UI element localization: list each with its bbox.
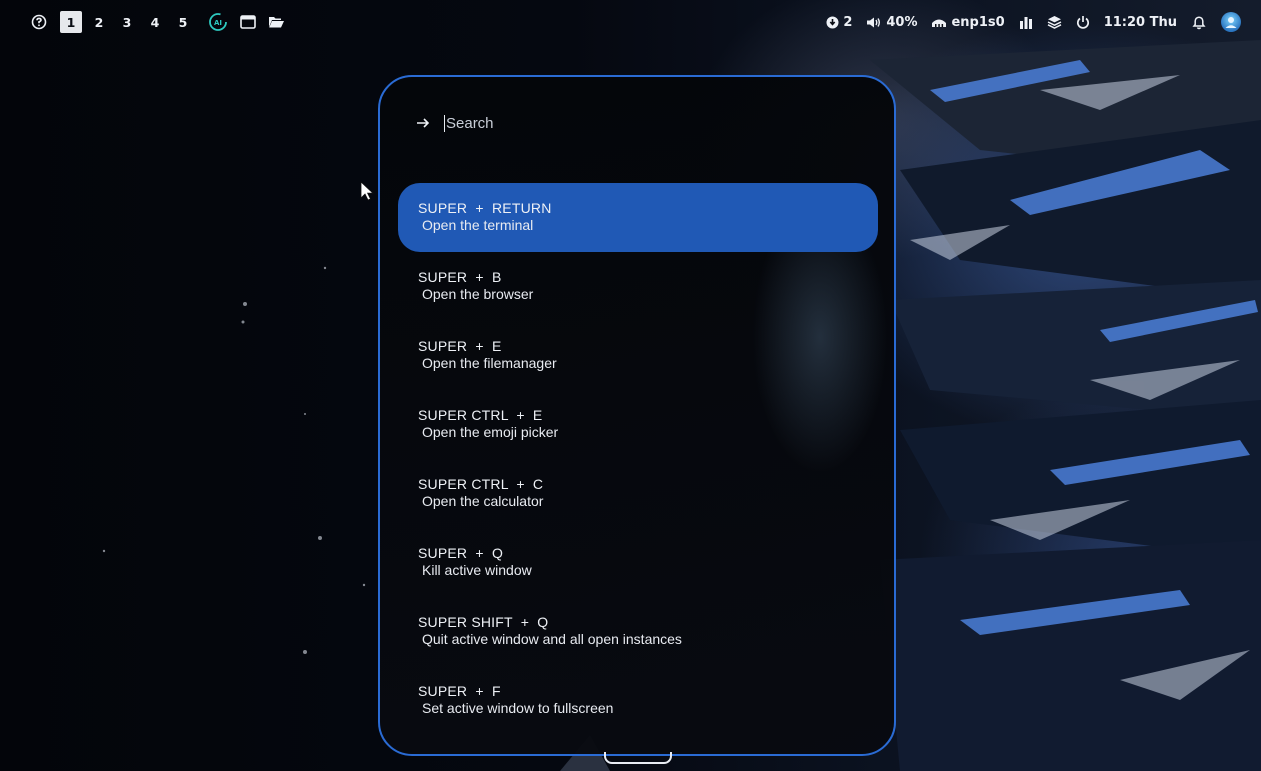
keybinding-list: SUPER + RETURN Open the terminal SUPER +… (398, 183, 878, 735)
keybinding-description: Open the emoji picker (422, 424, 559, 440)
keybinding-keys: SUPER + F (418, 683, 501, 699)
keybinding-item-emoji-picker[interactable]: SUPER CTRL + E Open the emoji picker (398, 390, 878, 459)
keybinding-keys: SUPER + Q (418, 545, 504, 561)
clock[interactable]: 11:20 Thu (1104, 15, 1177, 30)
workspace-5[interactable]: 5 (172, 11, 194, 33)
workspace-1[interactable]: 1 (60, 11, 82, 33)
top-panel: 1 2 3 4 5 AI 2 40% enp1s0 11:20 Thu (0, 4, 1261, 40)
dock-handle[interactable] (604, 752, 672, 764)
keybinding-description: Open the browser (422, 286, 534, 302)
keybinding-keys: SUPER CTRL + E (418, 407, 543, 423)
top-panel-left: 1 2 3 4 5 AI (0, 11, 289, 33)
ai-assistant-icon[interactable]: AI (208, 12, 228, 32)
workspace-3[interactable]: 3 (116, 11, 138, 33)
search-input[interactable] (444, 114, 826, 132)
workspace-2[interactable]: 2 (88, 11, 110, 33)
mouse-pointer-icon (360, 181, 376, 205)
keybinding-description: Kill active window (422, 562, 532, 578)
keybinding-item-browser[interactable]: SUPER + B Open the browser (398, 252, 878, 321)
workspace-4[interactable]: 4 (144, 11, 166, 33)
keybinding-item-calculator[interactable]: SUPER CTRL + C Open the calculator (398, 459, 878, 528)
network-indicator[interactable]: enp1s0 (931, 14, 1005, 30)
folder-open-icon[interactable] (268, 15, 285, 29)
network-name: enp1s0 (951, 14, 1005, 30)
keybinding-description: Set active window to fullscreen (422, 700, 614, 716)
download-icon (826, 16, 839, 28)
keybinding-keys: SUPER + B (418, 269, 502, 285)
power-icon[interactable] (1076, 15, 1090, 29)
keybindings-launcher: SUPER + RETURN Open the terminal SUPER +… (378, 75, 896, 756)
keybinding-description: Open the calculator (422, 493, 544, 509)
speaker-icon (867, 17, 881, 27)
keybinding-description: Quit active window and all open instance… (422, 631, 682, 647)
keybinding-keys: SUPER SHIFT + Q (418, 614, 549, 630)
updates-indicator[interactable]: 2 (826, 15, 852, 30)
keybinding-item-filemanager[interactable]: SUPER + E Open the filemanager (398, 321, 878, 390)
svg-text:AI: AI (214, 19, 222, 27)
keybinding-item-fullscreen[interactable]: SUPER + F Set active window to fullscree… (398, 666, 878, 735)
top-panel-right: 2 40% enp1s0 11:20 Thu (826, 12, 1261, 32)
user-avatar-icon[interactable] (1221, 12, 1241, 32)
keybinding-item-quit-all[interactable]: SUPER SHIFT + Q Quit active window and a… (398, 597, 878, 666)
window-icon[interactable] (240, 15, 256, 29)
network-icon (932, 19, 947, 27)
system-monitor-icon[interactable] (1019, 16, 1033, 29)
keybinding-keys: SUPER CTRL + C (418, 476, 544, 492)
keybinding-description: Open the terminal (422, 217, 534, 233)
updates-count: 2 (843, 14, 853, 30)
keybinding-keys: SUPER + RETURN (418, 200, 552, 216)
layers-icon[interactable] (1047, 15, 1062, 29)
keybinding-item-kill-window[interactable]: SUPER + Q Kill active window (398, 528, 878, 597)
search-row (416, 111, 826, 135)
keybinding-item-terminal[interactable]: SUPER + RETURN Open the terminal (398, 183, 878, 252)
help-circle-icon[interactable] (31, 14, 47, 30)
volume-level: 40% (886, 14, 918, 30)
bell-icon[interactable] (1191, 14, 1207, 30)
arrow-right-icon (416, 116, 430, 130)
keybinding-keys: SUPER + E (418, 338, 502, 354)
volume-indicator[interactable]: 40% (866, 15, 917, 30)
keybinding-description: Open the filemanager (422, 355, 557, 371)
